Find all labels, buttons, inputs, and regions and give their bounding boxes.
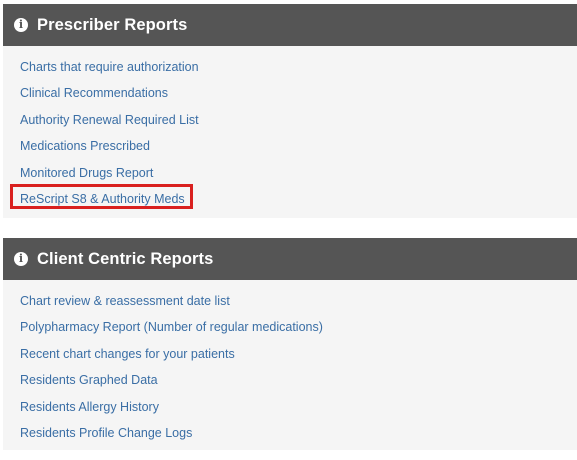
list-item[interactable]: Authority Renewal Required List [20, 113, 199, 139]
report-link-monitored-drugs[interactable]: Monitored Drugs Report [20, 166, 153, 180]
report-link-recent-chart-changes[interactable]: Recent chart changes for your patients [20, 347, 235, 361]
prescriber-reports-panel: i Prescriber Reports Charts that require… [3, 4, 577, 218]
list-item[interactable]: Clinical Recommendations [20, 86, 199, 112]
report-link-medications-prescribed[interactable]: Medications Prescribed [20, 139, 150, 153]
report-link-clinical-recommendations[interactable]: Clinical Recommendations [20, 86, 168, 100]
prescriber-reports-list: Charts that require authorization Clinic… [10, 60, 199, 218]
client-centric-reports-panel: i Client Centric Reports Chart review & … [3, 238, 577, 450]
client-centric-reports-header: i Client Centric Reports [3, 238, 577, 280]
report-link-residents-graphed-data[interactable]: Residents Graphed Data [20, 373, 158, 387]
report-link-residents-allergy-history[interactable]: Residents Allergy History [20, 400, 159, 414]
list-item[interactable]: Polypharmacy Report (Number of regular m… [20, 320, 323, 346]
report-link-residents-profile-change-logs[interactable]: Residents Profile Change Logs [20, 426, 192, 440]
panel-title: Client Centric Reports [37, 249, 214, 268]
report-link-rescript-s8[interactable]: ReScript S8 & Authority Meds [20, 192, 185, 206]
client-centric-reports-list: Chart review & reassessment date list Po… [20, 294, 323, 452]
list-item[interactable]: Chart review & reassessment date list [20, 294, 323, 320]
list-item[interactable]: ReScript S8 & Authority Meds [10, 183, 199, 218]
panel-title: Prescriber Reports [37, 15, 188, 34]
report-link-charts-authorization[interactable]: Charts that require authorization [20, 60, 199, 74]
list-item[interactable]: Residents Graphed Data [20, 373, 323, 399]
report-link-chart-review[interactable]: Chart review & reassessment date list [20, 294, 230, 308]
prescriber-reports-header: i Prescriber Reports [3, 4, 577, 46]
info-icon: i [14, 252, 28, 266]
report-link-authority-renewal[interactable]: Authority Renewal Required List [20, 113, 199, 127]
list-item[interactable]: Monitored Drugs Report [20, 166, 199, 192]
report-link-polypharmacy[interactable]: Polypharmacy Report (Number of regular m… [20, 320, 323, 334]
info-icon: i [14, 18, 28, 32]
list-item[interactable]: Residents Allergy History [20, 400, 323, 426]
list-item[interactable]: Medications Prescribed [20, 139, 199, 165]
list-item[interactable]: Residents Profile Change Logs [20, 426, 323, 452]
list-item[interactable]: Charts that require authorization [20, 60, 199, 86]
list-item[interactable]: Recent chart changes for your patients [20, 347, 323, 373]
